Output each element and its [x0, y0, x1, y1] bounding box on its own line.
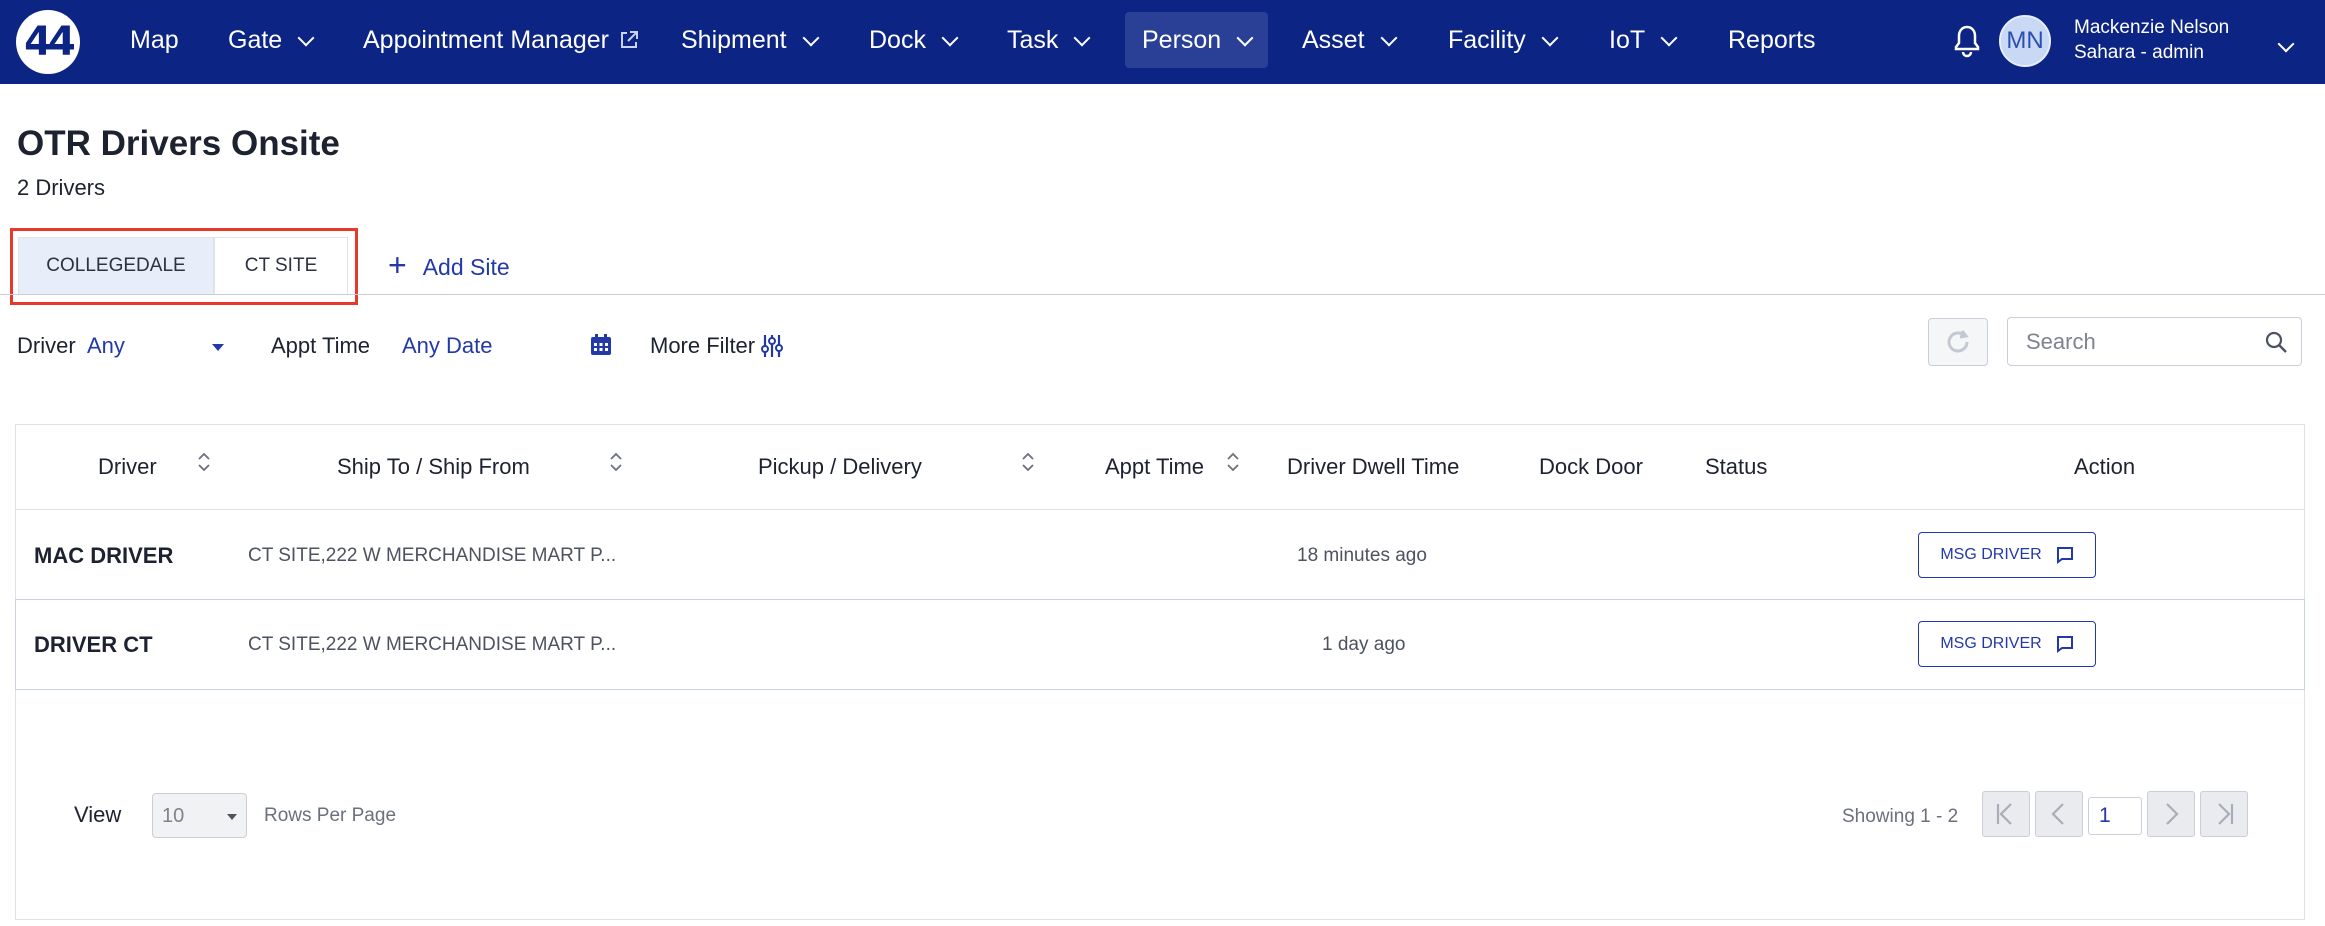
add-site-button[interactable]: + Add Site [388, 247, 510, 284]
bell-icon[interactable] [1952, 24, 1982, 58]
nav-item-asset[interactable]: Asset [1285, 12, 1412, 68]
prev-page-button[interactable] [2035, 791, 2083, 837]
page-number-input[interactable]: 1 [2088, 797, 2142, 835]
tab-collegedale[interactable]: COLLEGEDALE [18, 237, 214, 295]
chevron-down-icon [297, 29, 315, 47]
row-divider [16, 509, 2304, 510]
search-input[interactable] [2024, 328, 2258, 356]
nav-item-gate[interactable]: Gate [211, 12, 329, 68]
chevron-down-icon[interactable] [2277, 35, 2295, 53]
row-2-dwell: 1 day ago [1322, 634, 1406, 655]
plus-icon: + [388, 247, 407, 283]
refresh-icon [1947, 330, 1969, 353]
driver-filter-select[interactable]: Any [87, 333, 125, 359]
col-header-dock-door: Dock Door [1539, 454, 1643, 479]
row-1-driver: MAC DRIVER [34, 543, 174, 568]
msg-driver-button[interactable]: MSG DRIVER [1918, 532, 2096, 578]
nav-item-person[interactable]: Person [1125, 12, 1268, 68]
next-page-button[interactable] [2147, 791, 2195, 837]
first-page-button[interactable] [1982, 791, 2030, 837]
search-box [2007, 317, 2302, 366]
col-header-status: Status [1705, 454, 1768, 479]
chevron-down-icon [941, 29, 959, 47]
sort-icon[interactable] [196, 450, 212, 474]
tab-ct-site[interactable]: CT SITE [214, 237, 348, 295]
view-label: View [74, 802, 122, 827]
message-icon [2056, 636, 2073, 653]
nav-item-iot[interactable]: IoT [1592, 12, 1692, 68]
row-1-ship: CT SITE,222 W MERCHANDISE MART P... [248, 545, 617, 566]
rows-per-page-select[interactable]: 10 [152, 793, 247, 838]
sort-icon[interactable] [608, 450, 624, 474]
nav-item-facility[interactable]: Facility [1431, 12, 1573, 68]
top-navbar: 44 Map Gate Appointment Manager Shipment… [0, 0, 2325, 84]
chevron-down-icon [1380, 29, 1398, 47]
row-2-ship: CT SITE,222 W MERCHANDISE MART P... [248, 634, 617, 655]
app-logo[interactable]: 44 [16, 10, 80, 74]
chevron-right-icon [2166, 803, 2179, 825]
rows-per-page-label: Rows Per Page [264, 805, 397, 826]
nav-item-shipment[interactable]: Shipment [664, 12, 834, 68]
nav-item-appointment-manager[interactable]: Appointment Manager [346, 12, 656, 68]
col-header-dwell-time: Driver Dwell Time [1287, 454, 1460, 479]
chevron-down-icon [802, 29, 820, 47]
first-page-icon [1996, 803, 2012, 825]
user-name: Mackenzie Nelson [2074, 17, 2230, 38]
row-1-dwell: 18 minutes ago [1297, 545, 1427, 566]
more-filter-button[interactable]: More Filter [650, 333, 784, 359]
refresh-button[interactable] [1928, 318, 1988, 366]
filter-sliders-icon [761, 335, 784, 357]
calendar-icon[interactable] [590, 334, 612, 356]
chevron-down-icon [1073, 29, 1091, 47]
nav-item-map[interactable]: Map [113, 12, 196, 68]
appt-time-label: Appt Time [271, 333, 371, 358]
chevron-down-icon [1541, 29, 1559, 47]
showing-count: Showing 1 - 2 [1842, 806, 1959, 827]
caret-down-icon [227, 814, 237, 820]
nav-item-task[interactable]: Task [990, 12, 1105, 68]
col-header-ship-to-from[interactable]: Ship To / Ship From [337, 454, 530, 480]
col-header-pickup-delivery[interactable]: Pickup / Delivery [758, 454, 922, 480]
caret-down-icon[interactable] [212, 344, 224, 351]
page-title: OTR Drivers Onsite [17, 124, 340, 163]
message-icon [2056, 547, 2073, 564]
col-header-action: Action [2074, 454, 2136, 479]
search-icon[interactable] [2264, 330, 2288, 354]
nav-item-reports[interactable]: Reports [1711, 12, 1833, 68]
col-header-driver[interactable]: Driver [98, 454, 157, 480]
nav-item-dock[interactable]: Dock [852, 12, 973, 68]
msg-driver-button[interactable]: MSG DRIVER [1918, 621, 2096, 667]
sort-icon[interactable] [1225, 450, 1241, 474]
appt-date-picker[interactable]: Any Date [402, 333, 493, 359]
chevron-left-icon [2051, 803, 2064, 825]
chevron-down-icon [1660, 29, 1678, 47]
driver-count: 2 Drivers [17, 175, 106, 200]
last-page-icon [2218, 803, 2234, 825]
avatar[interactable]: MN [1999, 15, 2051, 67]
external-link-icon [620, 31, 638, 48]
row-2-driver: DRIVER CT [34, 632, 153, 657]
driver-filter-label: Driver [17, 333, 76, 358]
divider [0, 294, 2325, 295]
sort-icon[interactable] [1020, 450, 1036, 474]
col-header-appt-time[interactable]: Appt Time [1105, 454, 1204, 480]
user-role: Sahara - admin [2074, 42, 2204, 63]
last-page-button[interactable] [2200, 791, 2248, 837]
chevron-down-icon [1236, 29, 1254, 47]
